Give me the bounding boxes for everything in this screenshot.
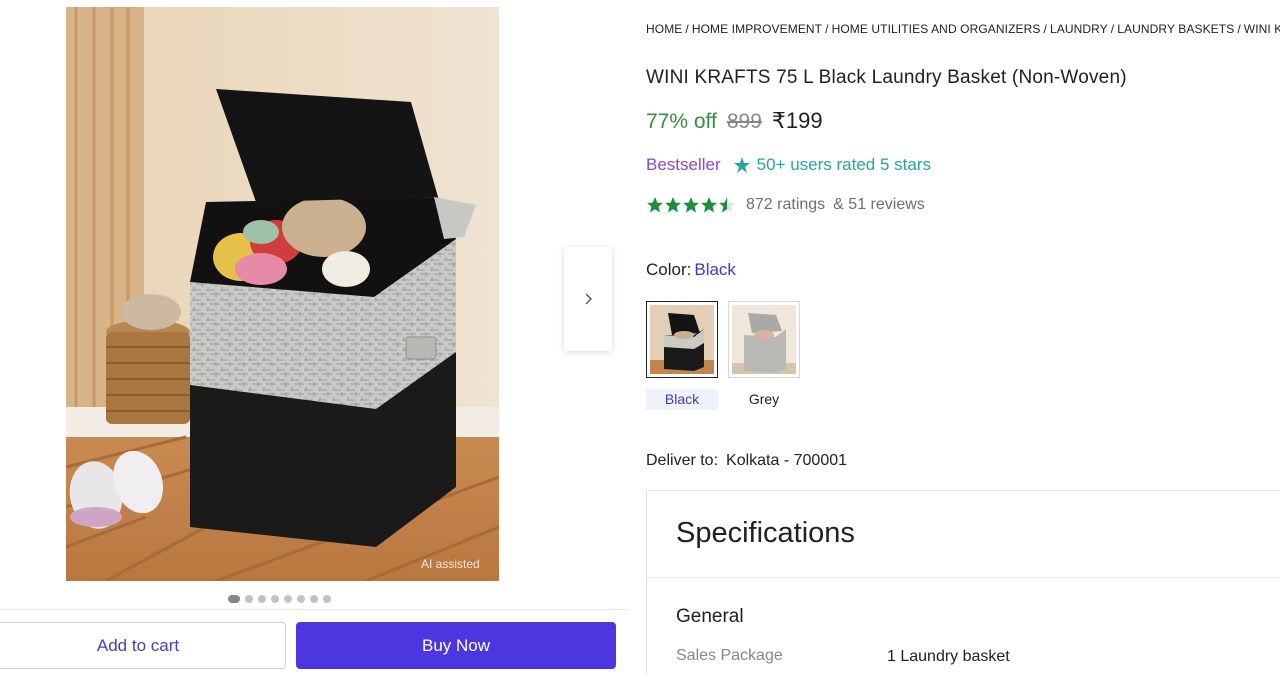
specifications-panel: Specifications General Sales Package 1 L… bbox=[646, 490, 1280, 675]
star-icon bbox=[701, 197, 717, 213]
grey-variant-thumbnail bbox=[732, 305, 796, 374]
color-option-grey-label[interactable]: Grey bbox=[728, 389, 800, 410]
original-price: 899 bbox=[726, 110, 762, 133]
breadcrumb-separator: / bbox=[685, 22, 689, 36]
specifications-title: Specifications bbox=[676, 517, 855, 549]
pagination-dot[interactable] bbox=[310, 595, 318, 603]
breadcrumb-item[interactable]: WINI KRAFTS bbox=[1244, 22, 1280, 36]
pagination-dot[interactable] bbox=[245, 595, 253, 603]
buy-now-button[interactable]: Buy Now bbox=[296, 622, 616, 669]
add-to-cart-button[interactable]: Add to cart bbox=[0, 622, 286, 669]
badge-row: Bestseller 50+ users rated 5 stars bbox=[646, 155, 931, 175]
rating-row[interactable]: 872 ratings & 51 reviews bbox=[646, 196, 925, 214]
watermark-text: AI assisted bbox=[421, 557, 480, 571]
spec-section-general: General bbox=[676, 606, 744, 627]
spec-value-sales-package: 1 Laundry basket bbox=[887, 648, 1010, 665]
ratings-count: 872 ratings bbox=[746, 196, 826, 213]
discount-percent: 77% off bbox=[646, 110, 717, 133]
selling-price: ₹199 bbox=[771, 108, 823, 133]
spec-key-sales-package: Sales Package bbox=[676, 647, 783, 664]
breadcrumb-item[interactable]: LAUNDRY BASKETS bbox=[1117, 22, 1234, 36]
pagination-dot[interactable] bbox=[284, 595, 292, 603]
star-icon bbox=[665, 197, 681, 213]
star-icon bbox=[683, 197, 699, 213]
action-bar: Add to cart Buy Now bbox=[0, 609, 628, 675]
pagination-dot[interactable] bbox=[258, 595, 266, 603]
price-row: 77% off 899 ₹199 bbox=[646, 108, 823, 134]
bestseller-badge: Bestseller bbox=[646, 155, 721, 174]
breadcrumb-separator: / bbox=[1043, 22, 1047, 36]
color-swatch-black[interactable] bbox=[646, 301, 718, 378]
color-label: Color: bbox=[646, 260, 692, 279]
breadcrumb-separator: / bbox=[1110, 22, 1115, 36]
next-image-button[interactable] bbox=[564, 247, 612, 351]
image-pagination bbox=[228, 595, 331, 603]
breadcrumb-item[interactable]: HOME IMPROVEMENT bbox=[692, 22, 822, 36]
divider bbox=[647, 577, 1280, 578]
half-star-icon bbox=[719, 197, 735, 213]
pagination-dot[interactable] bbox=[271, 595, 279, 603]
color-swatch-grey[interactable] bbox=[728, 301, 800, 378]
selected-color: Black bbox=[694, 260, 736, 279]
color-option-black-label[interactable]: Black bbox=[646, 389, 718, 410]
chevron-right-icon bbox=[585, 293, 592, 305]
product-title: WINI KRAFTS 75 L Black Laundry Basket (N… bbox=[646, 67, 1127, 88]
users-rated-text: 50+ users rated 5 stars bbox=[756, 155, 931, 174]
breadcrumb-item[interactable]: HOME UTILITIES AND ORGANIZERS bbox=[832, 22, 1041, 36]
pagination-dot[interactable] bbox=[297, 595, 305, 603]
breadcrumb-separator: / bbox=[825, 22, 829, 36]
laundry-basket-photo: AI assisted bbox=[66, 7, 499, 581]
breadcrumb-item[interactable]: LAUNDRY bbox=[1050, 22, 1108, 36]
pagination-dot[interactable] bbox=[323, 595, 331, 603]
pagination-dot[interactable] bbox=[228, 595, 240, 603]
sparkle-star-icon bbox=[733, 157, 750, 173]
black-variant-thumbnail bbox=[650, 305, 714, 374]
star-rating bbox=[646, 196, 736, 214]
star-icon bbox=[647, 197, 663, 213]
deliver-to-label: Deliver to: bbox=[646, 452, 719, 469]
breadcrumb: HOME / HOME IMPROVEMENT / HOME UTILITIES AND… bbox=[646, 22, 1280, 36]
delivery-info[interactable]: Deliver to: Kolkata - 700001 bbox=[646, 452, 847, 470]
breadcrumb-item[interactable]: HOME bbox=[646, 22, 682, 36]
product-image[interactable]: AI assisted bbox=[66, 7, 499, 581]
reviews-count: & 51 reviews bbox=[833, 196, 925, 213]
breadcrumb-separator: / bbox=[1237, 22, 1241, 36]
color-selector-label: Color: Black bbox=[646, 260, 736, 280]
delivery-location: Kolkata - 700001 bbox=[726, 452, 848, 469]
